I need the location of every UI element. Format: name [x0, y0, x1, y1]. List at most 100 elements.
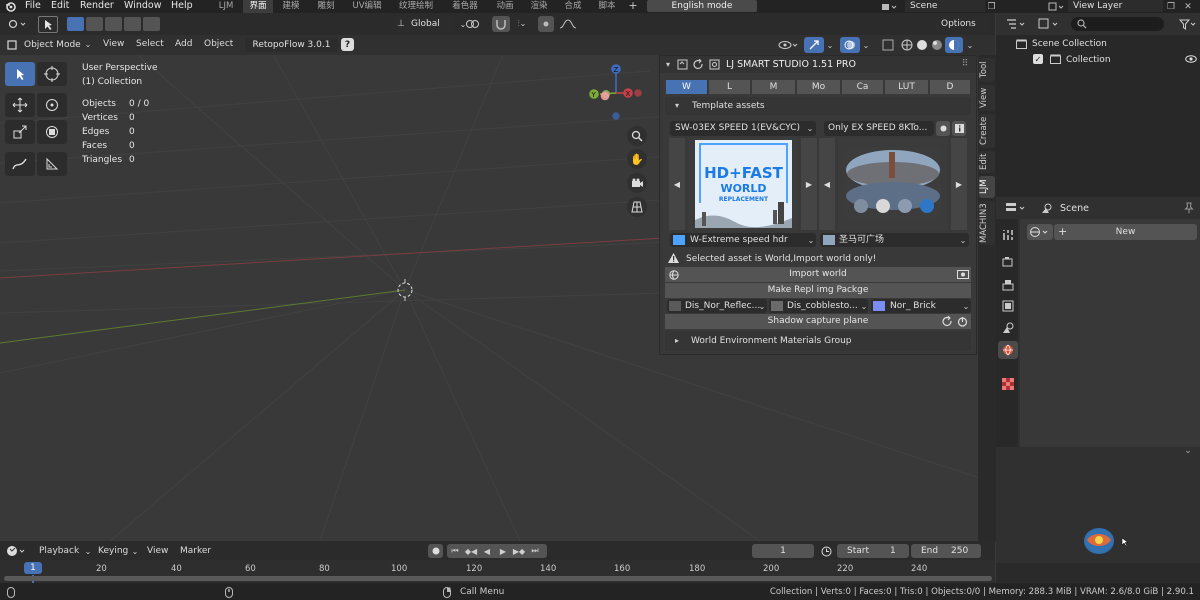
- lj-tab-l[interactable]: L: [709, 80, 750, 94]
- side-tab-edit[interactable]: Edit: [979, 151, 995, 173]
- workspace-tab[interactable]: LJM: [212, 0, 240, 13]
- next-asset-right-arrow[interactable]: ▶: [951, 138, 967, 230]
- english-mode-button[interactable]: English mode: [647, 0, 757, 12]
- object-mode-dropdown[interactable]: Object Mode: [20, 38, 94, 52]
- timeline-view-menu[interactable]: View: [147, 546, 168, 556]
- playhead-frame[interactable]: 1: [24, 562, 42, 574]
- chevron-down-icon[interactable]: ⌄: [860, 300, 868, 312]
- chevron-down-icon[interactable]: ⌄: [959, 234, 967, 246]
- gizmo-toggle-icon[interactable]: [804, 37, 824, 53]
- timeline-scrollbar[interactable]: [4, 576, 992, 581]
- view-layer-properties-icon[interactable]: [1001, 299, 1015, 313]
- menu-window[interactable]: Window: [124, 0, 161, 13]
- chevron-down-icon[interactable]: ⌄: [1182, 446, 1194, 456]
- info-icon[interactable]: [952, 121, 966, 136]
- asset-left-dropdown[interactable]: W-Extreme speed hdr: [670, 233, 816, 247]
- workspace-tab[interactable]: 雕刻: [309, 0, 343, 13]
- workspace-tab[interactable]: 动画: [490, 0, 520, 13]
- snap-icon[interactable]: [492, 16, 510, 32]
- new-view-layer-icon[interactable]: ❐: [1165, 1, 1177, 12]
- side-tab-ljm[interactable]: LJM: [979, 176, 995, 198]
- select-invert-icon[interactable]: [124, 17, 141, 31]
- pan-hand-icon[interactable]: ✋: [627, 149, 647, 169]
- chevron-down-icon[interactable]: ⌄: [962, 300, 970, 312]
- navigation-gizmo[interactable]: Z Y X: [585, 62, 645, 124]
- menu-help[interactable]: Help: [171, 0, 193, 13]
- output-properties-icon[interactable]: [1001, 278, 1015, 292]
- remove-view-layer-icon[interactable]: ✕: [1182, 1, 1194, 12]
- select-extend-icon[interactable]: [86, 17, 103, 31]
- map-dropdown-1[interactable]: Dis_Nor_Reflec...: [667, 299, 767, 313]
- new-world-button[interactable]: New: [1054, 224, 1197, 240]
- lj-tab-d[interactable]: D: [930, 80, 970, 94]
- workspace-tab[interactable]: 纹理绘制: [393, 0, 439, 13]
- view-layer-field[interactable]: View Layer: [1068, 0, 1163, 12]
- jump-end-icon[interactable]: ⏭: [527, 544, 543, 558]
- select-intersect-icon[interactable]: [143, 17, 160, 31]
- menu-file[interactable]: File: [25, 0, 41, 13]
- object-menu[interactable]: Object: [204, 39, 233, 49]
- wireframe-shading-icon[interactable]: [900, 38, 914, 52]
- select-subtract-icon[interactable]: [105, 17, 122, 31]
- reload-icon[interactable]: [676, 58, 688, 71]
- overlay-toggle-icon[interactable]: [840, 37, 860, 53]
- outliner-editor-type-icon[interactable]: [1004, 17, 1030, 31]
- play-reverse-icon[interactable]: ◀: [479, 544, 495, 558]
- lj-tab-w[interactable]: W: [666, 80, 707, 94]
- rotate-tool[interactable]: [37, 93, 67, 117]
- chevron-down-icon[interactable]: ⌄: [84, 545, 92, 557]
- chevron-down-icon[interactable]: ⌄: [806, 122, 814, 134]
- options-dropdown[interactable]: Options: [935, 17, 989, 32]
- camera-view-icon[interactable]: [627, 173, 647, 193]
- material-shading-icon[interactable]: [930, 38, 944, 52]
- xray-icon[interactable]: [880, 38, 896, 52]
- prev-asset-left-arrow[interactable]: ◀: [669, 138, 685, 230]
- jump-start-icon[interactable]: ⏮: [447, 544, 463, 558]
- move-tool[interactable]: [5, 93, 35, 117]
- tool-settings-icon[interactable]: [1001, 228, 1015, 242]
- pin-icon[interactable]: [1183, 201, 1195, 215]
- lj-tab-ca[interactable]: Ca: [842, 80, 883, 94]
- proportional-edit-icon[interactable]: [538, 16, 554, 32]
- expand-arrow-icon[interactable]: ▾: [672, 99, 682, 112]
- rendered-shading-icon[interactable]: [945, 37, 963, 53]
- map-dropdown-2[interactable]: Dis_cobblesto...: [769, 299, 868, 313]
- timeline-editor-type-icon[interactable]: [5, 544, 29, 557]
- annotate-tool[interactable]: [5, 152, 35, 176]
- make-repl-img-button[interactable]: Make Repl img Packge: [665, 283, 971, 298]
- select-box-tool[interactable]: [5, 62, 35, 86]
- chevron-down-icon[interactable]: ⌄: [807, 234, 815, 246]
- workspace-tab[interactable]: 建模: [276, 0, 306, 13]
- snap-target-icon[interactable]: ⫶⌄: [510, 18, 534, 30]
- workspace-tab[interactable]: 脚本: [592, 0, 622, 13]
- next-asset-left-arrow[interactable]: ▶: [801, 138, 817, 230]
- menu-render[interactable]: Render: [80, 0, 114, 13]
- scene-properties-icon[interactable]: [1001, 321, 1015, 335]
- workspace-tab[interactable]: 渲染: [524, 0, 554, 13]
- side-tab-create[interactable]: Create: [979, 114, 995, 148]
- measure-tool[interactable]: [37, 152, 67, 176]
- zoom-icon[interactable]: [627, 126, 647, 146]
- chevron-down-icon[interactable]: ⌄: [131, 545, 139, 557]
- view-menu[interactable]: View: [103, 39, 124, 49]
- prev-asset-right-arrow[interactable]: ◀: [819, 138, 835, 230]
- current-frame-field[interactable]: 1: [752, 544, 814, 558]
- refresh-icon[interactable]: [692, 58, 704, 71]
- texture-properties-icon[interactable]: [1001, 377, 1015, 391]
- record-icon[interactable]: [936, 121, 950, 136]
- side-tab-view[interactable]: View: [979, 85, 995, 111]
- render-properties-icon[interactable]: [1001, 255, 1015, 269]
- pivot-icon[interactable]: [464, 18, 486, 30]
- scene-selector-icon[interactable]: [880, 1, 900, 12]
- scene-name-field[interactable]: Scene: [905, 0, 985, 12]
- chevron-down-icon[interactable]: ⌄: [861, 38, 871, 52]
- map-dropdown-3[interactable]: Nor_ Brick: [871, 299, 971, 313]
- workspace-tab[interactable]: UV编辑: [346, 0, 388, 13]
- collapsed-arrow-icon[interactable]: ▸: [672, 334, 682, 347]
- scene-collection-label[interactable]: Scene Collection: [1032, 39, 1107, 49]
- chevron-down-icon[interactable]: ⌄: [758, 300, 766, 312]
- select-new-icon[interactable]: [67, 17, 84, 31]
- chevron-down-icon[interactable]: ⌄: [84, 38, 92, 51]
- collection-checkbox[interactable]: ✓: [1033, 54, 1043, 64]
- solid-shading-icon[interactable]: [915, 38, 929, 52]
